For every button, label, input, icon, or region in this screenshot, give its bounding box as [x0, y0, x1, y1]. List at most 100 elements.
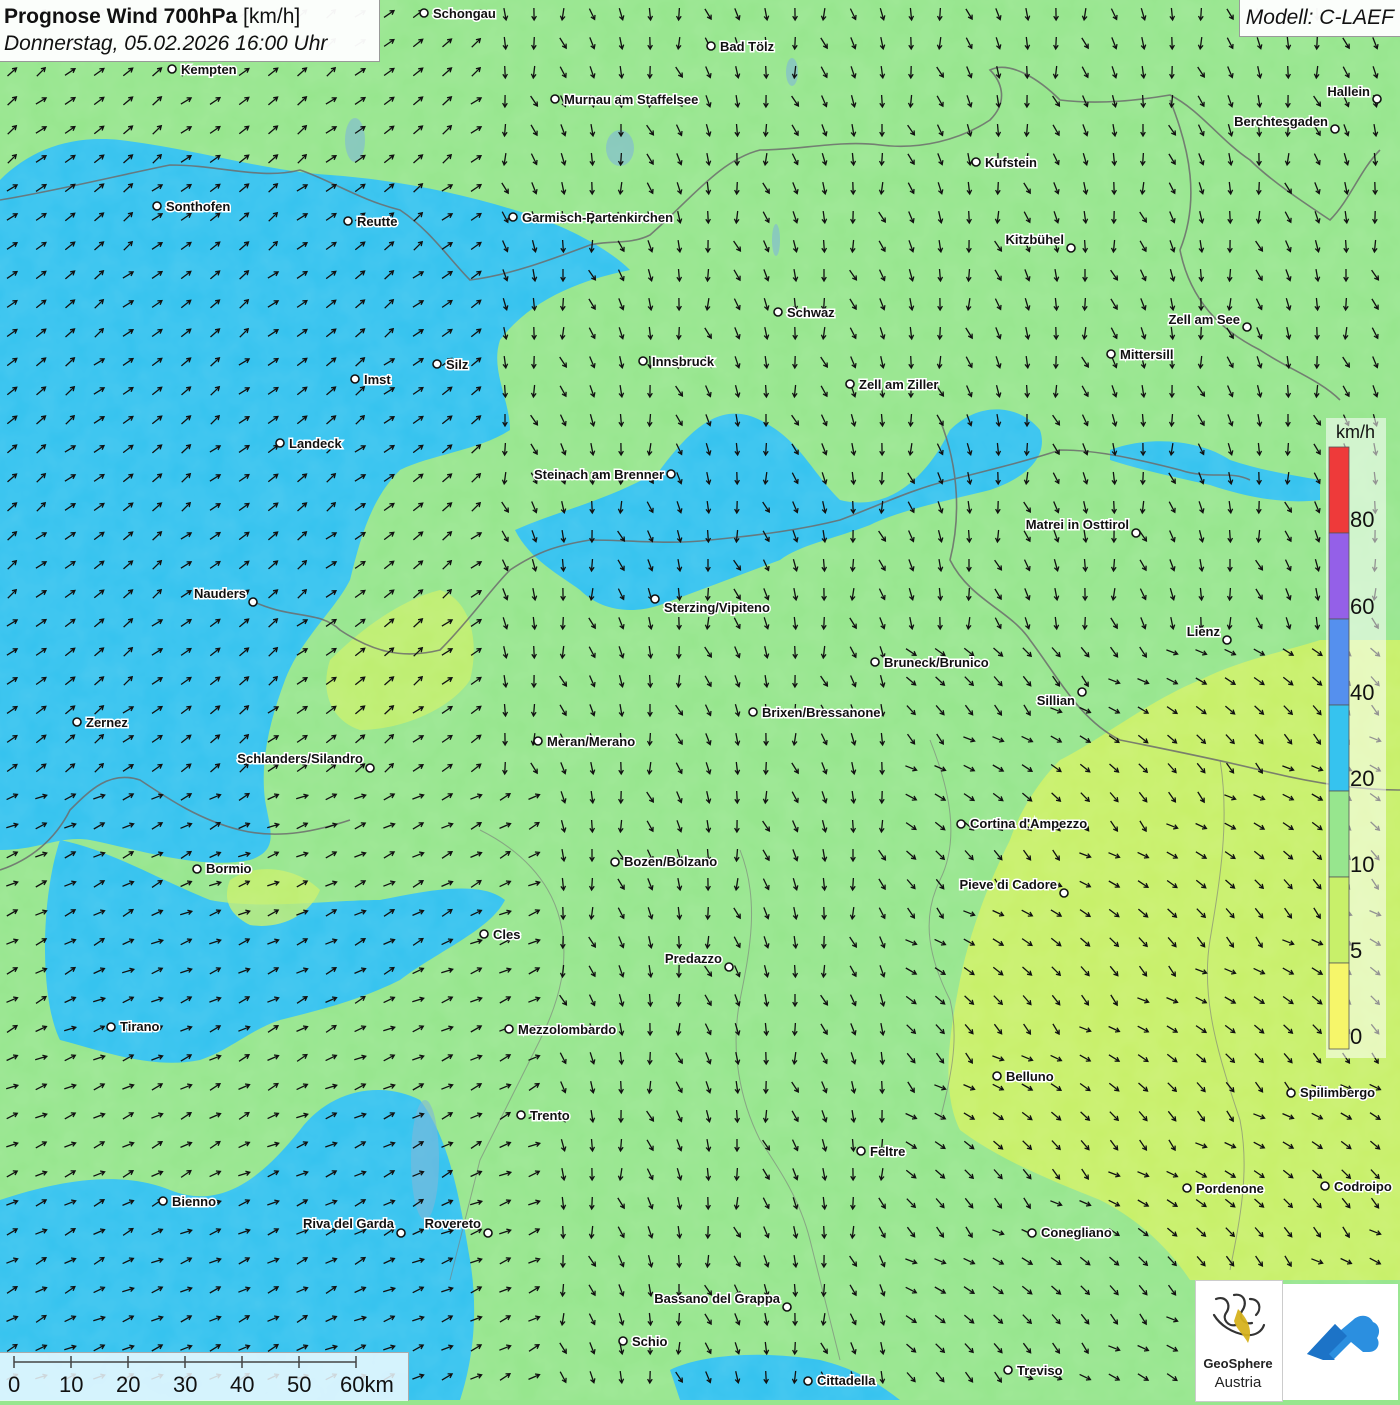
city-dot	[956, 819, 966, 829]
city-dot	[158, 1196, 168, 1206]
city-dot	[350, 374, 360, 384]
city-dot	[508, 212, 518, 222]
city-label: Schwaz	[787, 305, 835, 320]
cloud-arrow-logo-icon	[1307, 1315, 1380, 1360]
city-label: Sillian	[1037, 693, 1075, 708]
city-dot	[1066, 243, 1076, 253]
city-label: Bruneck/Brunico	[884, 655, 989, 670]
city-label: Imst	[364, 372, 391, 387]
city-dot	[650, 594, 660, 604]
city-label: Mezzolombardo	[518, 1022, 616, 1037]
city-label: Matrei in Osttirol	[1026, 517, 1129, 532]
city-dot	[343, 216, 353, 226]
city-label: Bozen/Bolzano	[624, 854, 717, 869]
legend-label-80: 80	[1350, 507, 1375, 532]
forecast-time: Donnerstag, 05.02.2026 16:00 Uhr	[4, 32, 328, 55]
city-label: Garmisch-Partenkirchen	[522, 210, 673, 225]
legend-label-10: 10	[1350, 852, 1375, 877]
city-dot	[1059, 888, 1069, 898]
city-dot	[192, 864, 202, 874]
city-dot	[618, 1336, 628, 1346]
city-label: Trento	[530, 1108, 570, 1123]
city-dot	[1242, 322, 1252, 332]
city-dot	[748, 707, 758, 717]
city-label: Bienno	[172, 1194, 216, 1209]
legend-swatch-5	[1328, 876, 1350, 964]
city-dot	[1286, 1088, 1296, 1098]
city-label: Cittadella	[817, 1373, 876, 1388]
map-title: Prognose Wind 700hPa [km/h]	[4, 4, 379, 30]
city-label: Zernez	[86, 715, 128, 730]
city-label: Nauders	[194, 586, 246, 601]
legend-label-0: 0	[1350, 1024, 1363, 1049]
city-label: Bad Tölz	[720, 39, 775, 54]
scale-label-60km: 60km	[340, 1372, 394, 1397]
city-dot	[419, 8, 429, 18]
cloud-arrow-logo[interactable]	[1283, 1284, 1398, 1400]
city-dot	[706, 41, 716, 51]
city-label: Kufstein	[985, 155, 1037, 170]
city-dot	[1182, 1183, 1192, 1193]
city-bozen-bolzano: Bozen/Bolzano	[610, 853, 719, 871]
city-label: Treviso	[1017, 1363, 1063, 1378]
legend-colorbar	[1328, 446, 1350, 1050]
scale-label-30: 30	[173, 1372, 198, 1397]
city-label: Steinach am Brenner	[534, 467, 664, 482]
city-dot	[610, 857, 620, 867]
geosphere-logo-text: GeoSphere	[1203, 1356, 1273, 1371]
city-label: Schongau	[433, 6, 496, 21]
city-label: Feltre	[870, 1144, 905, 1159]
city-label: Berchtesgaden	[1234, 114, 1328, 129]
city-dot	[275, 438, 285, 448]
city-label: Bassano del Grappa	[654, 1291, 780, 1306]
city-label: Sonthofen	[166, 199, 230, 214]
city-dot	[870, 657, 880, 667]
city-label: Cles	[493, 927, 520, 942]
city-dot	[638, 356, 648, 366]
city-dot	[1077, 687, 1087, 697]
city-label: Brixen/Bressanone	[762, 705, 881, 720]
city-mezzolombardo: Mezzolombardo	[504, 1021, 618, 1039]
city-dot	[1003, 1365, 1013, 1375]
city-dot	[1372, 94, 1382, 104]
city-label: Zell am See	[1168, 312, 1240, 327]
city-dot	[72, 717, 82, 727]
city-label: Pordenone	[1196, 1181, 1264, 1196]
title-unit: [km/h]	[243, 5, 301, 28]
legend-swatch-10	[1328, 790, 1350, 878]
wind-map[interactable]: Schongau Bad Tölz Kempten Murnau am Staffel…	[0, 0, 1400, 1400]
legend-swatch-80	[1328, 446, 1350, 534]
city-dot	[533, 736, 543, 746]
city-dot	[666, 469, 676, 479]
city-garmisch-partenkirchen: Garmisch-Partenkirchen	[508, 209, 675, 227]
city-steinach-am-brenner: Steinach am Brenner	[532, 466, 676, 484]
legend-label-40: 40	[1350, 680, 1375, 705]
city-dot	[1330, 124, 1340, 134]
city-dot	[516, 1110, 526, 1120]
scale-bar	[13, 1356, 357, 1368]
model-label: Modell: C-LAEF	[1238, 0, 1400, 37]
city-label: Bormio	[206, 861, 252, 876]
city-dot	[1320, 1181, 1330, 1191]
legend-swatch-40	[1328, 618, 1350, 706]
title-panel: Prognose Wind 700hPa [km/h] Donnerstag, …	[0, 0, 380, 62]
scale-label-0: 0	[8, 1372, 21, 1397]
city-dot	[167, 64, 177, 74]
city-label: Lienz	[1187, 624, 1221, 639]
city-label: Codroipo	[1334, 1179, 1392, 1194]
city-label: Landeck	[289, 436, 343, 451]
city-label: Predazzo	[665, 951, 722, 966]
city-murnau-am-staffelsee: Murnau am Staffelsee	[550, 91, 700, 109]
legend-label-60: 60	[1350, 594, 1375, 619]
city-pordenone: Pordenone	[1182, 1180, 1265, 1198]
city-dot	[396, 1228, 406, 1238]
legend-label-20: 20	[1350, 766, 1375, 791]
city-dot	[845, 379, 855, 389]
city-label: Kempten	[181, 62, 237, 77]
legend-swatch-60	[1328, 532, 1350, 620]
city-label: Schio	[632, 1334, 667, 1349]
city-dot	[1131, 528, 1141, 538]
city-conegliano: Conegliano	[1027, 1224, 1113, 1242]
city-label: Kitzbühel	[1006, 232, 1065, 247]
city-dot	[1222, 635, 1232, 645]
